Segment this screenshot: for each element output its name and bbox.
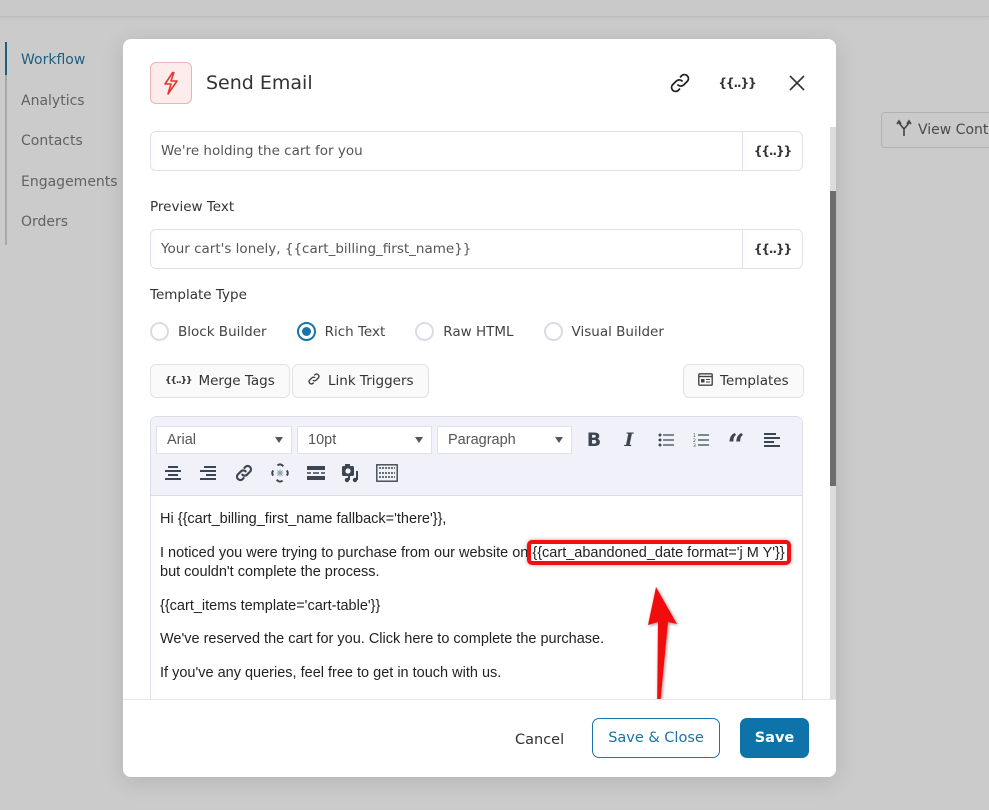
link-icon <box>307 372 321 390</box>
align-center-button[interactable] <box>160 460 186 486</box>
view-contacts-label: View Conta <box>918 122 989 138</box>
numbered-list-button[interactable]: 123 <box>688 427 714 453</box>
sidebar-item-engagements[interactable]: Engagements <box>7 164 125 205</box>
radio-circle[interactable] <box>296 322 316 341</box>
horizontal-rule-button[interactable] <box>303 460 329 486</box>
blockquote-button[interactable]: “ <box>723 429 749 461</box>
modal-scrollbar[interactable] <box>830 127 836 699</box>
subject-input[interactable] <box>151 132 742 170</box>
italic-button[interactable]: I <box>616 427 642 453</box>
preview-text-label: Preview Text <box>150 199 235 215</box>
link-triggers-button[interactable]: Link Triggers <box>292 364 429 398</box>
template-type-radio-group: Block Builder Rich Text Raw HTML Visual … <box>150 322 664 341</box>
paragraph: {{cart_items template='cart-table'}} <box>160 597 381 614</box>
font-size-select[interactable]: 10pt <box>297 426 432 454</box>
templates-button[interactable]: Templates <box>683 364 804 398</box>
block-format-value: Paragraph <box>448 432 516 448</box>
preview-merge-tags-button[interactable]: {{..}} <box>742 230 802 268</box>
editor-toolbar: Arial 10pt Paragraph B I 123 “ <box>151 417 802 496</box>
templates-label: Templates <box>720 373 789 389</box>
sidebar-nav: Workflow Analytics Contacts Engagements … <box>5 42 125 245</box>
sidebar-item-contacts[interactable]: Contacts <box>7 123 125 164</box>
save-button[interactable]: Save <box>740 718 809 758</box>
block-format-select[interactable]: Paragraph <box>437 426 572 454</box>
insert-media-button[interactable] <box>338 460 364 486</box>
paragraph: If you've any queries, feel free to get … <box>160 664 502 681</box>
remove-link-button[interactable] <box>267 460 293 486</box>
merge-tags-button[interactable]: {{..}} Merge Tags <box>150 364 290 398</box>
font-family-value: Arial <box>167 432 197 448</box>
send-email-modal: Send Email {{..}} {{..}} Preview Text {{… <box>123 39 836 777</box>
bullet-list-button[interactable] <box>653 427 679 453</box>
merge-tags-icon: {{..}} <box>165 376 192 386</box>
toggle-toolbar-button[interactable] <box>374 460 400 486</box>
align-left-button[interactable] <box>759 427 785 453</box>
top-bar <box>0 0 989 17</box>
radio-label: Rich Text <box>324 323 386 340</box>
sidebar-item-analytics[interactable]: Analytics <box>7 83 125 124</box>
template-icon <box>698 372 713 390</box>
radio-rich-text[interactable]: Rich Text <box>296 322 386 341</box>
radio-block-builder[interactable]: Block Builder <box>150 322 267 341</box>
merge-tags-icon[interactable]: {{..}} <box>718 70 756 96</box>
subject-field: {{..}} <box>150 131 803 171</box>
template-type-label: Template Type <box>150 287 247 303</box>
caret-down-icon <box>275 437 283 443</box>
radio-visual-builder[interactable]: Visual Builder <box>543 322 664 341</box>
radio-label: Raw HTML <box>443 323 514 340</box>
cancel-button[interactable]: Cancel <box>503 720 576 760</box>
align-right-button[interactable] <box>195 460 221 486</box>
sidebar-item-orders[interactable]: Orders <box>7 204 125 245</box>
view-contacts-button[interactable]: View Conta <box>881 112 989 148</box>
insert-link-button[interactable] <box>231 460 257 486</box>
font-family-select[interactable]: Arial <box>156 426 292 454</box>
link-triggers-label: Link Triggers <box>328 373 414 389</box>
merge-tag-text: {{cart_abandoned_date format='j M Y'}} <box>532 544 785 561</box>
modal-header: Send Email {{..}} <box>123 39 836 127</box>
caret-down-icon <box>415 437 423 443</box>
paragraph: I noticed you were trying to purchase fr… <box>160 539 793 583</box>
radio-circle[interactable] <box>543 322 563 341</box>
paragraph: Hi {{cart_billing_first_name fallback='t… <box>160 511 447 527</box>
radio-label: Block Builder <box>178 323 267 340</box>
editor-content[interactable]: Hi {{cart_billing_first_name fallback='t… <box>151 496 802 683</box>
preview-text-field: {{..}} <box>150 229 803 269</box>
sidebar-item-workflow[interactable]: Workflow <box>5 42 125 83</box>
paragraph: We've reserved the cart for you. Click h… <box>160 631 605 647</box>
link-icon[interactable] <box>666 70 694 96</box>
highlighted-merge-tag: {{cart_abandoned_date format='j M Y'}} <box>527 539 791 565</box>
rich-text-editor: Arial 10pt Paragraph B I 123 “ Hi {{cart… <box>150 416 803 706</box>
bold-button[interactable]: B <box>581 427 607 453</box>
scrollbar-thumb[interactable] <box>830 191 836 486</box>
modal-footer: Cancel Save & Close Save <box>123 699 836 777</box>
text: but couldn't complete the process. <box>160 564 380 580</box>
radio-circle[interactable] <box>415 322 435 341</box>
radio-raw-html[interactable]: Raw HTML <box>415 322 514 341</box>
radio-label: Visual Builder <box>571 323 664 340</box>
font-size-value: 10pt <box>308 432 337 448</box>
merge-tags-label: Merge Tags <box>198 373 275 389</box>
preview-text-input[interactable] <box>151 230 742 268</box>
caret-down-icon <box>555 437 563 443</box>
modal-title: Send Email <box>206 72 313 94</box>
text: I noticed you were trying to purchase fr… <box>160 544 533 561</box>
subject-merge-tags-button[interactable]: {{..}} <box>742 132 802 170</box>
close-icon[interactable] <box>784 70 810 96</box>
split-icon <box>896 119 912 141</box>
save-and-close-button[interactable]: Save & Close <box>592 718 720 758</box>
radio-circle[interactable] <box>150 322 169 341</box>
lightning-icon <box>150 62 192 104</box>
svg-text:3: 3 <box>693 443 696 447</box>
